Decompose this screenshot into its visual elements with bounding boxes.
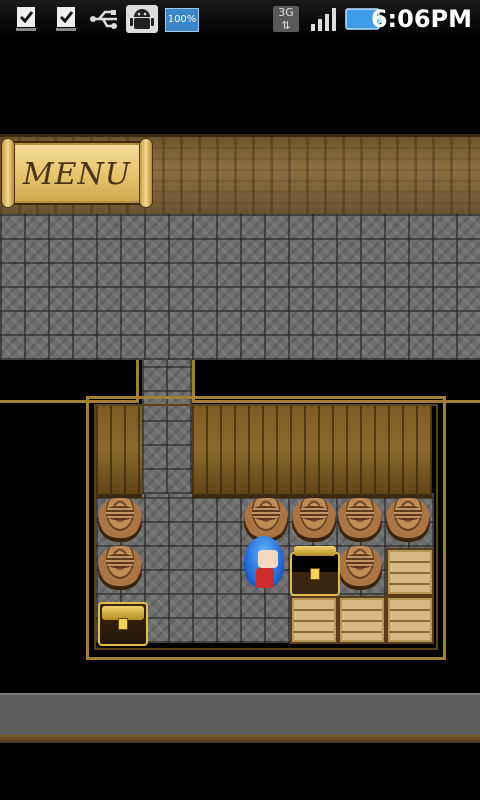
- wooden-crate[interactable]: [386, 548, 434, 596]
- menu-bar: MENU: [0, 134, 480, 218]
- wooden-wall-right: [192, 406, 432, 498]
- stone-corridor[interactable]: [0, 214, 480, 360]
- barrel[interactable]: [338, 498, 382, 542]
- doorway-floor[interactable]: [142, 406, 192, 494]
- status-bar: 100% 3G ⇅ 6:06PM: [0, 0, 480, 39]
- treasure-chest-open[interactable]: [290, 546, 340, 596]
- wooden-crate[interactable]: [290, 596, 338, 644]
- barrel[interactable]: [98, 498, 142, 542]
- wooden-wall-left: [96, 406, 142, 498]
- treasure-chest[interactable]: [98, 602, 148, 646]
- character-face: [258, 550, 278, 568]
- wall-right: [192, 360, 480, 403]
- network-type-icon: 3G ⇅: [273, 6, 299, 32]
- menu-label: MENU: [22, 157, 132, 192]
- bottom-wood-border: [0, 735, 480, 743]
- checklist-icon: [10, 5, 42, 33]
- signal-icon: [308, 5, 340, 33]
- menu-button[interactable]: MENU: [2, 139, 152, 207]
- usb-icon: [88, 5, 122, 33]
- checklist-icon: [50, 5, 82, 33]
- android-debug-icon: [126, 5, 158, 33]
- character-body: [256, 568, 274, 588]
- barrel[interactable]: [386, 498, 430, 542]
- barrel[interactable]: [98, 546, 142, 590]
- clock: 6:06PM: [370, 5, 472, 33]
- barrel[interactable]: [338, 546, 382, 590]
- message-strip: [0, 693, 480, 737]
- battery-percent-badge: 100%: [165, 8, 199, 32]
- wooden-crate[interactable]: [338, 596, 386, 644]
- game-viewport[interactable]: MENU: [0, 38, 480, 800]
- wooden-crate[interactable]: [386, 596, 434, 644]
- wall-left: [0, 360, 139, 403]
- player-character[interactable]: [242, 536, 288, 592]
- barrel[interactable]: [292, 498, 336, 542]
